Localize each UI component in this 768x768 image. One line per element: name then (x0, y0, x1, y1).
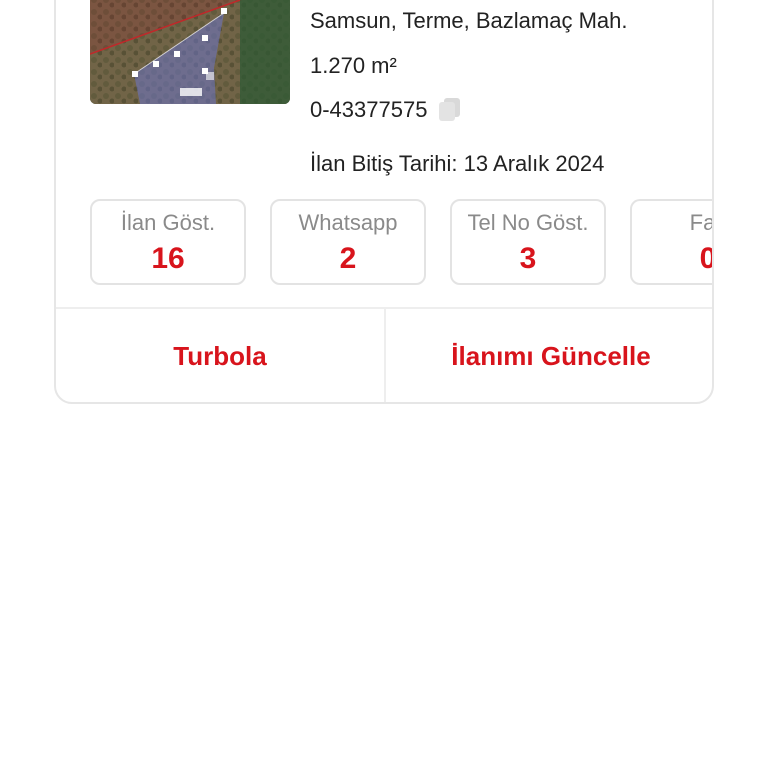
stat-views: İlan Göst. 16 (90, 199, 246, 285)
turbo-button[interactable]: Turbola (56, 309, 384, 402)
stat-whatsapp: Whatsapp 2 (270, 199, 426, 285)
listing-location: Samsun, Terme, Bazlamaç Mah. (310, 8, 628, 33)
listing-area: 1.270 m² (310, 53, 397, 78)
stat-value: 0 (632, 242, 712, 276)
copy-icon[interactable] (439, 98, 461, 122)
stat-favorites: Fav 0 (630, 199, 712, 285)
update-listing-button[interactable]: İlanımı Güncelle (386, 309, 712, 402)
stat-value: 16 (151, 242, 185, 275)
stats-row: İlan Göst. 16 Whatsapp 2 Tel No Göst. 3 … (90, 199, 712, 289)
page: Samsun, Terme, Bazlamaç Mah. 1.270 m² 0-… (0, 0, 768, 768)
ad-number-row: 0-43377575 (310, 97, 461, 123)
stat-label: İlan Göst. (120, 210, 216, 235)
stat-phone-shown: Tel No Göst. 3 (450, 199, 606, 285)
stat-value: 3 (519, 242, 537, 275)
stat-value: 2 (339, 242, 357, 275)
parcel-map-image (90, 0, 290, 104)
ad-number: 0-43377575 (310, 97, 428, 122)
listing-card: Samsun, Terme, Bazlamaç Mah. 1.270 m² 0-… (54, 0, 714, 404)
listing-thumbnail[interactable] (90, 0, 290, 104)
stat-label: Whatsapp (298, 210, 398, 235)
stat-label: Tel No Göst. (467, 210, 589, 235)
listing-expiry-date: İlan Bitiş Tarihi: 13 Aralık 2024 (310, 151, 605, 176)
stat-label: Fav (689, 210, 712, 235)
